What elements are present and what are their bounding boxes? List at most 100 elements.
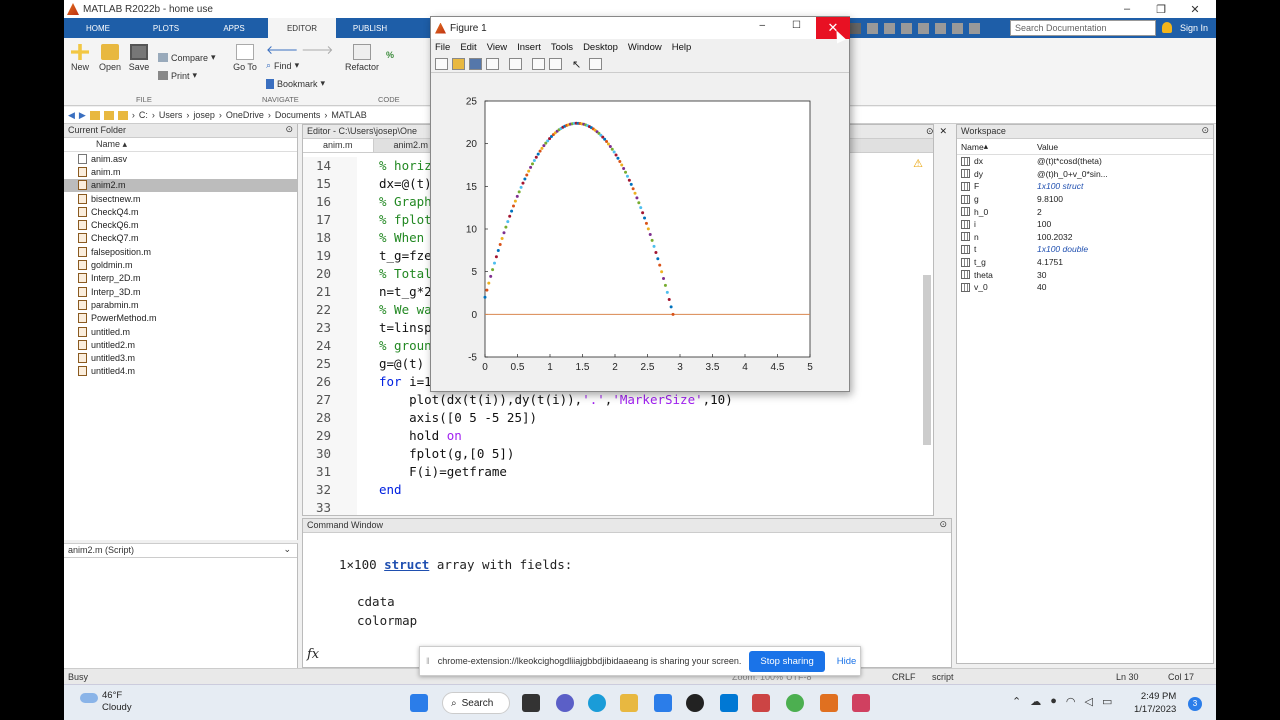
save-button[interactable]: Save [128, 44, 150, 72]
switch-windows-icon[interactable] [952, 22, 963, 34]
breadcrumb-josep[interactable]: josep [193, 110, 215, 120]
code-line[interactable]: 31 F(i)=getframe [303, 463, 923, 481]
task-view-icon[interactable] [522, 694, 540, 712]
outlook-icon[interactable] [720, 694, 738, 712]
code-line[interactable]: 32 end [303, 481, 923, 499]
variable-row[interactable]: t 1x100 double [957, 243, 1213, 256]
clock[interactable]: 2:49 PM 1/17/2023 [1134, 690, 1176, 716]
close-icon[interactable]: ✕ [1178, 0, 1212, 18]
edge-icon[interactable] [588, 694, 606, 712]
variable-row[interactable]: i 100 [957, 218, 1213, 231]
scrollbar[interactable] [923, 275, 931, 445]
legend-icon[interactable] [549, 57, 562, 70]
file-item[interactable]: bisectnew.m [64, 192, 297, 205]
goto-button[interactable]: Go To [232, 44, 258, 72]
tab-anim-m[interactable]: anim.m [303, 139, 374, 152]
minimize-icon[interactable]: – [1110, 0, 1144, 18]
new-figure-icon[interactable] [435, 57, 448, 70]
file-item[interactable]: PowerMethod.m [64, 312, 297, 325]
store-icon[interactable] [654, 694, 672, 712]
weather-widget[interactable]: 46°F Cloudy [102, 690, 132, 714]
code-line[interactable]: 33 [303, 499, 923, 517]
file-item[interactable]: falseposition.m [64, 245, 297, 258]
matlab-taskbar-icon[interactable] [820, 694, 838, 712]
tab-apps[interactable]: APPS [200, 18, 268, 38]
print-icon[interactable] [486, 57, 499, 70]
chevron-up-icon[interactable]: ⌃ [1012, 695, 1021, 708]
panel-menu-icon[interactable]: ⊙ [285, 124, 293, 135]
variable-row[interactable]: theta 30 [957, 268, 1213, 281]
forward-icon[interactable]: ▶ [79, 110, 86, 121]
taskbar-search[interactable]: ⌕ Search [442, 692, 510, 714]
panel-menu-icon[interactable]: ⊙ [939, 519, 947, 530]
minimize-icon[interactable]: – [759, 20, 765, 31]
file-item[interactable]: CheckQ7.m [64, 232, 297, 245]
search-documentation-input[interactable]: Search Documentation [1010, 20, 1156, 36]
variable-row[interactable]: F 1x100 struct [957, 180, 1213, 193]
back-icon[interactable]: ◀ [68, 110, 75, 121]
breadcrumb-users[interactable]: Users [159, 110, 183, 120]
file-item[interactable]: untitled.m [64, 325, 297, 338]
pen-app-icon[interactable] [852, 694, 870, 712]
notification-badge[interactable]: 3 [1188, 697, 1202, 711]
variable-row[interactable]: v_0 40 [957, 281, 1213, 294]
new-button[interactable]: New [70, 44, 90, 72]
microphone-icon[interactable]: ● [1050, 695, 1057, 708]
variable-row[interactable]: h_0 2 [957, 205, 1213, 218]
battery-icon[interactable]: ▭ [1102, 695, 1112, 708]
windows-start-icon[interactable] [410, 694, 428, 712]
refactor-button[interactable]: Refactor [344, 44, 380, 72]
stop-sharing-button[interactable]: Stop sharing [749, 650, 825, 672]
chevron-down-icon[interactable]: ⌄ [283, 544, 291, 555]
variable-row[interactable]: t_g 4.1751 [957, 256, 1213, 269]
chrome-icon[interactable] [786, 694, 804, 712]
link-plot-icon[interactable] [509, 57, 522, 70]
code-line[interactable]: 30 fplot(g,[0 5]) [303, 445, 923, 463]
undo-icon[interactable] [918, 22, 929, 34]
bell-icon[interactable] [1162, 22, 1172, 33]
variable-row[interactable]: dy @(t)h_0+v_0*sin... [957, 168, 1213, 181]
sign-in-link[interactable]: Sign In [1180, 18, 1208, 38]
axes[interactable]: 0 0.5 1 1.5 2 2.5 3 3.5 4 4.5 5 -5 0 5 10 15 20 25 [431, 75, 849, 391]
tab-editor[interactable]: EDITOR [268, 18, 336, 38]
find-button[interactable]: ⌕ Find ▾ [266, 60, 299, 71]
file-item[interactable]: untitled4.m [64, 365, 297, 378]
code-line[interactable]: 27 plot(dx(t(i)),dy(t(i)),'.','MarkerSiz… [303, 391, 923, 409]
redo-icon[interactable] [935, 22, 946, 34]
file-item[interactable]: Interp_2D.m [64, 272, 297, 285]
maximize-icon[interactable]: ☐ [792, 20, 801, 31]
breadcrumb-documents[interactable]: Documents [275, 110, 321, 120]
file-item[interactable]: CheckQ6.m [64, 218, 297, 231]
code-line[interactable]: 29 hold on [303, 427, 923, 445]
tab-plots[interactable]: PLOTS [132, 18, 200, 38]
tab-home[interactable]: HOME [64, 18, 132, 38]
figure-menu-window[interactable]: Window [628, 42, 662, 53]
up-folder-icon[interactable] [89, 110, 100, 120]
file-item[interactable]: anim2.m [64, 178, 297, 192]
property-editor-icon[interactable] [589, 57, 602, 70]
file-item[interactable]: CheckQ4.m [64, 205, 297, 218]
wifi-icon[interactable]: ◠ [1066, 695, 1076, 708]
history-arrows[interactable]: 🡐 🡒 [266, 42, 333, 57]
warning-icon[interactable]: ⚠ [913, 157, 923, 170]
file-item[interactable]: parabmin.m [64, 298, 297, 311]
comment-icon[interactable]: % [386, 50, 394, 60]
figure-menu-edit[interactable]: Edit [460, 42, 476, 53]
cut-icon[interactable] [867, 22, 878, 34]
figure-menu-insert[interactable]: Insert [517, 42, 541, 53]
bookmark-button[interactable]: Bookmark ▾ [266, 78, 325, 89]
fx-prompt-icon[interactable]: fx [307, 647, 319, 662]
variable-row[interactable]: n 100.2032 [957, 231, 1213, 244]
file-item[interactable]: untitled2.m [64, 338, 297, 351]
save-icon[interactable] [469, 57, 482, 70]
maximize-icon[interactable]: ❐ [1144, 0, 1178, 18]
close-icon[interactable]: ✕ [940, 126, 948, 137]
figure-menu-help[interactable]: Help [672, 42, 692, 53]
breadcrumb-matlab[interactable]: MATLAB [331, 110, 366, 120]
arrow-forward-icon[interactable]: 🡒 [301, 42, 333, 57]
struct-link[interactable]: struct [384, 557, 429, 572]
open-icon[interactable] [452, 57, 465, 70]
print-button[interactable]: Print ▾ [158, 70, 197, 81]
dell-icon[interactable] [686, 694, 704, 712]
column-header-name[interactable]: Name ▴ [64, 138, 297, 152]
